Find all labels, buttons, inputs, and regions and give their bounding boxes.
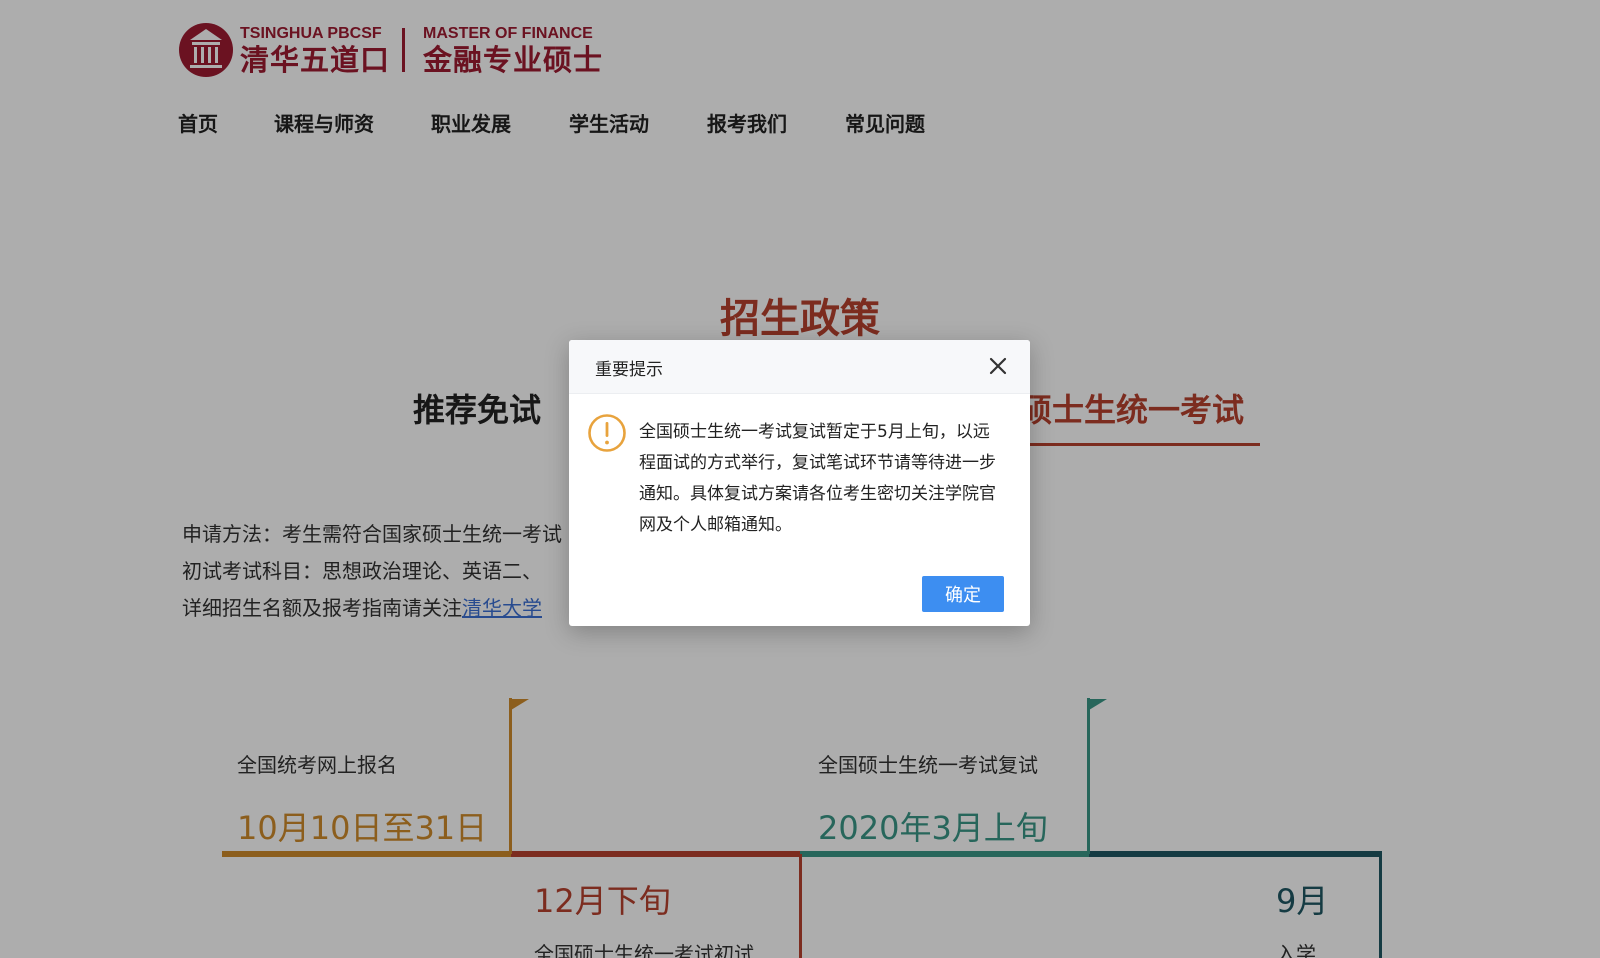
- notice-modal: 重要提示 全国硕士生统一考试复试暂定于5月上旬，以远程面试的方式举行，复试笔试环…: [569, 340, 1030, 626]
- page: TSINGHUA PBCSF 清华五道口 MASTER OF FINANCE 金…: [0, 0, 1600, 958]
- warning-icon: [588, 414, 626, 452]
- close-icon[interactable]: [986, 354, 1010, 378]
- confirm-button[interactable]: 确定: [922, 576, 1004, 612]
- modal-message: 全国硕士生统一考试复试暂定于5月上旬，以远程面试的方式举行，复试笔试环节请等待进…: [639, 422, 996, 535]
- modal-header: 重要提示: [569, 340, 1030, 394]
- modal-title: 重要提示: [595, 360, 663, 380]
